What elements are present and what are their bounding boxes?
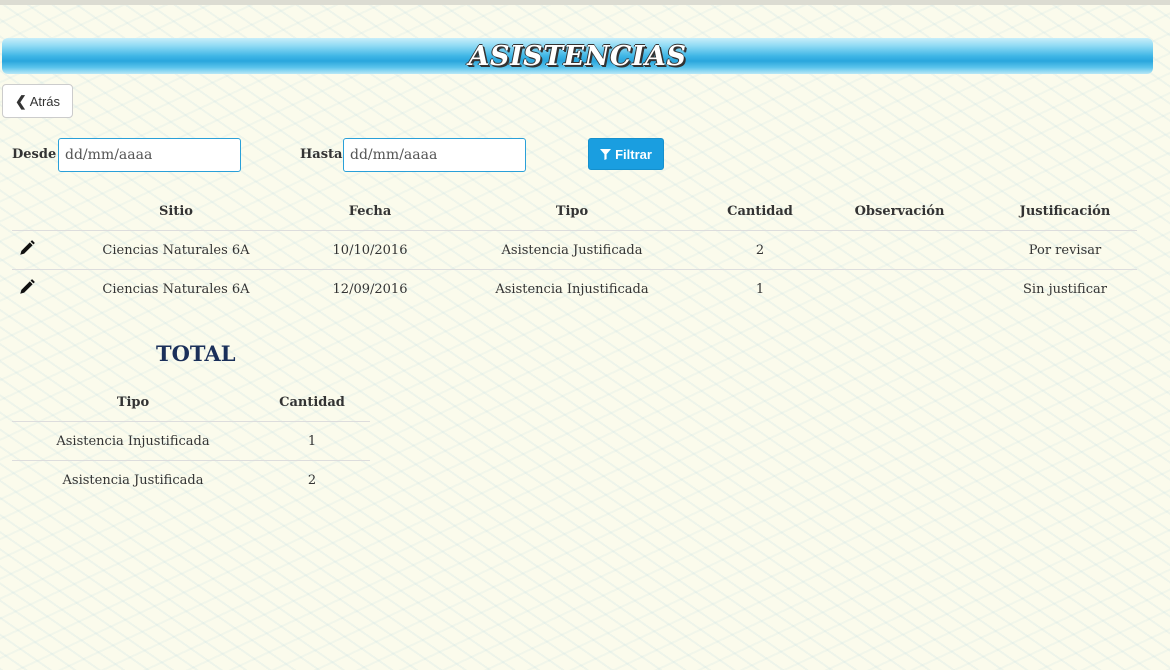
header-cantidad: Cantidad (727, 203, 793, 219)
cell-tipo: Asistencia Injustificada (430, 269, 714, 308)
total-table: Tipo Cantidad Asistencia Injustificada 1… (12, 383, 370, 499)
desde-label: Desde (12, 147, 57, 162)
chevron-left-icon: ❮ (14, 92, 27, 109)
header-tipo: Tipo (555, 203, 589, 219)
filter-button[interactable]: Filtrar (588, 138, 664, 170)
total-header-cantidad: Cantidad (279, 394, 345, 410)
cell-fecha: 10/10/2016 (310, 230, 430, 270)
header-sitio: Sitio (159, 203, 193, 219)
filter-button-label: Filtrar (615, 146, 652, 162)
header-observacion: Observación (854, 203, 945, 219)
cell-justificacion: Por revisar (993, 230, 1137, 270)
total-header-tipo: Tipo (116, 394, 150, 410)
page-title: ASISTENCIAS (468, 40, 687, 72)
table-row: Asistencia Justificada 2 (12, 460, 370, 499)
cell-observacion (806, 269, 993, 308)
total-title: TOTAL (156, 341, 236, 366)
back-button[interactable]: ❮ Atrás (2, 84, 73, 118)
pencil-icon (20, 279, 35, 294)
cell-cantidad: 1 (714, 269, 806, 308)
cell-justificacion: Sin justificar (993, 269, 1137, 308)
pencil-icon (20, 240, 35, 255)
table-row: Ciencias Naturales 6A 12/09/2016 Asisten… (12, 269, 1137, 308)
table-row: Asistencia Injustificada 1 (12, 421, 370, 461)
attendance-header-row: Sitio Fecha Tipo Cantidad Observación Ju… (12, 192, 1137, 231)
header-fecha: Fecha (348, 203, 392, 219)
edit-button[interactable] (12, 269, 42, 308)
table-row: Ciencias Naturales 6A 10/10/2016 Asisten… (12, 230, 1137, 270)
back-button-label: Atrás (29, 93, 61, 109)
header-edit (12, 192, 42, 231)
cell-tipo: Asistencia Justificada (430, 230, 714, 270)
header-justificacion: Justificación (1019, 203, 1111, 219)
cell-tipo: Asistencia Injustificada (12, 421, 254, 461)
hasta-date-input[interactable] (343, 138, 526, 172)
total-header-row: Tipo Cantidad (12, 383, 370, 422)
cell-sitio: Ciencias Naturales 6A (42, 230, 310, 270)
edit-button[interactable] (12, 230, 42, 270)
cell-cantidad: 2 (254, 460, 370, 499)
cell-fecha: 12/09/2016 (310, 269, 430, 308)
cell-cantidad: 2 (714, 230, 806, 270)
desde-date-input[interactable] (58, 138, 241, 172)
cell-observacion (806, 230, 993, 270)
filter-icon (600, 148, 612, 160)
attendance-table: Sitio Fecha Tipo Cantidad Observación Ju… (12, 192, 1137, 308)
cell-tipo: Asistencia Justificada (12, 460, 254, 499)
cell-cantidad: 1 (254, 421, 370, 461)
cell-sitio: Ciencias Naturales 6A (42, 269, 310, 308)
page-header-banner: ASISTENCIAS (2, 38, 1153, 74)
hasta-label: Hasta (300, 147, 343, 162)
top-strip (0, 0, 1170, 5)
